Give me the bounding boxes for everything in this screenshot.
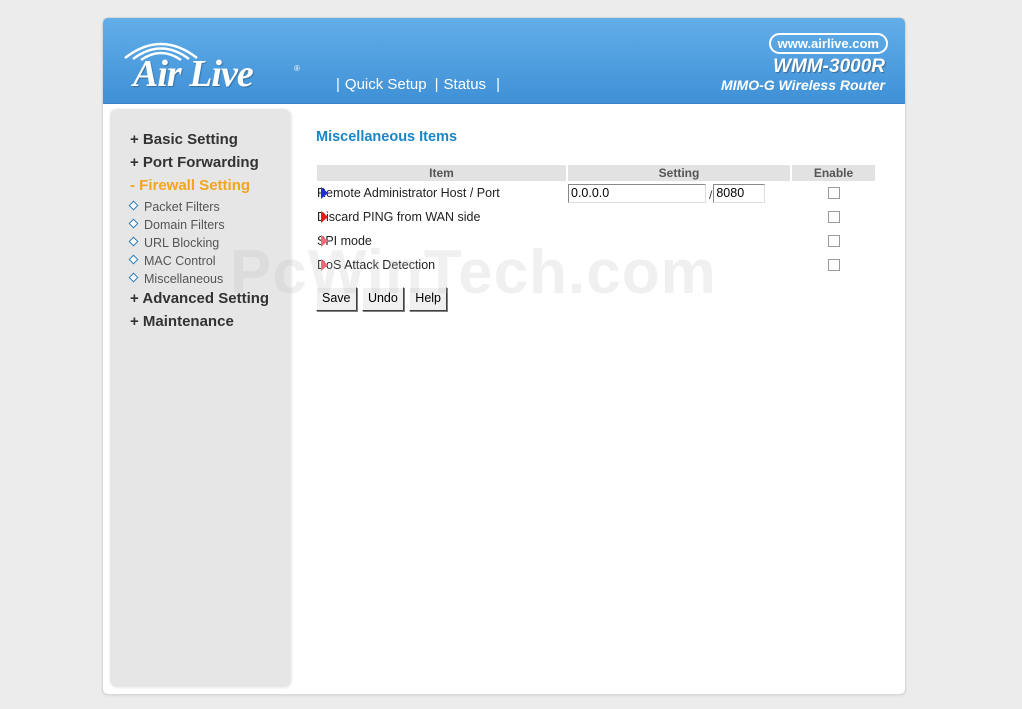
diamond-bullet-icon: [128, 200, 139, 211]
registered-mark: ®: [294, 64, 300, 73]
dos-detection-enable-checkbox[interactable]: [827, 258, 840, 271]
diamond-bullet-icon: [128, 254, 139, 265]
row-label: Discard PING from WAN side: [317, 210, 481, 224]
enable-cell: [792, 205, 875, 229]
sidebar-item-url-blocking[interactable]: URL Blocking: [128, 235, 269, 253]
help-button[interactable]: Help: [409, 287, 448, 311]
save-button[interactable]: Save: [316, 287, 357, 311]
airlive-logo: Air Live: [133, 53, 254, 95]
spi-mode-enable-checkbox[interactable]: [827, 234, 840, 247]
arrow-right-icon: [321, 259, 328, 271]
sidebar-item-advanced-setting[interactable]: + Advanced Setting: [130, 289, 269, 312]
arrow-right-icon: [321, 211, 328, 223]
website-url-badge: www.airlive.com: [768, 33, 888, 54]
discard-ping-enable-checkbox[interactable]: [827, 210, 840, 223]
sidebar-item-miscellaneous[interactable]: Miscellaneous: [128, 271, 269, 289]
column-header-enable: Enable: [792, 165, 875, 181]
enable-cell: [792, 253, 875, 277]
router-page: Air Live ® | Quick Setup | Status | www.airl…: [102, 17, 906, 695]
sidebar-item-label: Packet Filters: [144, 200, 220, 214]
button-row: Save Undo Help: [316, 287, 896, 311]
sidebar-item-label: Domain Filters: [144, 218, 225, 232]
column-header-item: Item: [317, 165, 566, 181]
sidebar-item-mac-control[interactable]: MAC Control: [128, 253, 269, 271]
quick-setup-link[interactable]: Quick Setup: [345, 76, 427, 93]
top-navigation: | Quick Setup | Status |: [333, 76, 505, 93]
page-title: Miscellaneous Items: [316, 129, 458, 145]
sidebar-item-domain-filters[interactable]: Domain Filters: [128, 217, 269, 235]
setting-cell: [568, 253, 790, 277]
status-link[interactable]: Status: [444, 76, 487, 93]
sidebar-item-port-forwarding[interactable]: + Port Forwarding: [130, 153, 269, 176]
nav-separator: |: [496, 76, 500, 93]
row-label-cell: Discard PING from WAN side: [317, 205, 566, 229]
nav-separator: |: [434, 76, 439, 93]
table-row: Discard PING from WAN side: [317, 205, 875, 229]
remote-host-input[interactable]: [568, 183, 706, 203]
host-port-separator: /: [709, 188, 713, 202]
sidebar-item-maintenance[interactable]: + Maintenance: [130, 312, 269, 335]
table-row: SPI mode: [317, 229, 875, 253]
row-label-cell: DoS Attack Detection: [317, 253, 566, 277]
settings-table: Item Setting Enable Remote Administrator…: [315, 165, 877, 277]
diamond-bullet-icon: [128, 236, 139, 247]
sidebar-item-basic-setting[interactable]: + Basic Setting: [130, 130, 269, 153]
arrow-right-icon: [321, 187, 328, 199]
table-row: DoS Attack Detection: [317, 253, 875, 277]
row-label: DoS Attack Detection: [317, 258, 436, 272]
row-label-cell: SPI mode: [317, 229, 566, 253]
sidebar-item-label: URL Blocking: [144, 236, 220, 250]
diamond-bullet-icon: [128, 218, 139, 229]
enable-cell: [792, 181, 875, 205]
sidebar-menu: + Basic Setting + Port Forwarding - Fire…: [128, 130, 269, 335]
arrow-right-icon: [321, 235, 328, 247]
undo-button[interactable]: Undo: [361, 287, 404, 311]
row-label-cell: Remote Administrator Host / Port: [317, 181, 566, 205]
row-label: Remote Administrator Host / Port: [317, 186, 500, 200]
main-content: Miscellaneous Items Item Setting Enable …: [316, 129, 896, 311]
remote-port-input[interactable]: [713, 183, 766, 203]
setting-cell: /: [568, 181, 790, 205]
model-name: WMM-3000R: [773, 56, 885, 77]
header-banner: Air Live ® | Quick Setup | Status | www.airl…: [103, 18, 905, 104]
sidebar-item-firewall-setting[interactable]: - Firewall Setting: [130, 176, 269, 199]
nav-separator: |: [336, 76, 340, 93]
setting-cell: [568, 205, 790, 229]
sidebar-item-packet-filters[interactable]: Packet Filters: [128, 199, 269, 217]
setting-cell: [568, 229, 790, 253]
diamond-bullet-icon: [128, 272, 139, 283]
sidebar-item-label: MAC Control: [144, 254, 216, 268]
column-header-setting: Setting: [568, 165, 790, 181]
sidebar: + Basic Setting + Port Forwarding - Fire…: [110, 109, 290, 686]
sidebar-item-label: Miscellaneous: [144, 272, 224, 286]
product-subtitle: MIMO-G Wireless Router: [720, 77, 885, 93]
table-row: Remote Administrator Host / Port /: [317, 181, 875, 205]
remote-admin-enable-checkbox[interactable]: [827, 186, 840, 199]
enable-cell: [792, 229, 875, 253]
